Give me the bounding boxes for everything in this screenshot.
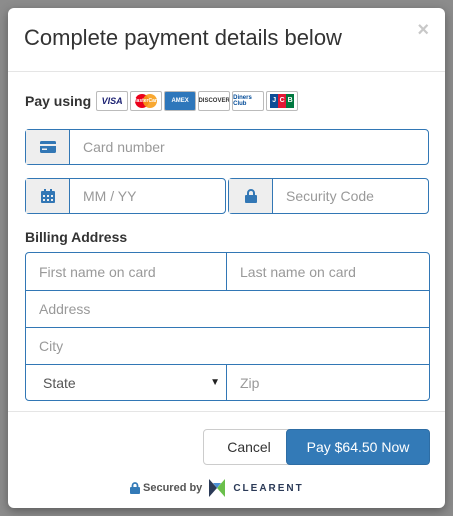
- billing-address-box: First name on card Last name on card Add…: [25, 252, 430, 401]
- billing-row-city: City: [26, 327, 429, 365]
- clearent-brand-text: CLEARENT: [233, 482, 304, 494]
- billing-address-label: Billing Address: [25, 229, 128, 245]
- calendar-icon: [26, 179, 70, 213]
- modal-body: Pay using VISA MasterCard AMEX DISCOVER …: [25, 90, 430, 401]
- lock-icon: [130, 482, 140, 494]
- mastercard-logo: MasterCard: [130, 91, 163, 111]
- pay-using-label: Pay using: [25, 93, 92, 109]
- billing-row-name: First name on card Last name on card: [26, 253, 429, 291]
- lock-icon: [229, 179, 273, 213]
- zip-input[interactable]: Zip: [227, 364, 429, 401]
- security-code-group: Security Code: [228, 178, 429, 214]
- card-logos: VISA MasterCard AMEX DISCOVER Diners Clu…: [96, 91, 299, 111]
- state-select-value: State: [43, 374, 76, 391]
- billing-row-address: Address: [26, 290, 429, 328]
- jcb-logo: JCB: [266, 91, 299, 111]
- pay-using-row: Pay using VISA MasterCard AMEX DISCOVER …: [25, 90, 429, 112]
- modal-header: Complete payment details below ×: [8, 8, 445, 72]
- address-input[interactable]: Address: [26, 290, 429, 327]
- cancel-button[interactable]: Cancel: [203, 429, 295, 465]
- security-code-input[interactable]: Security Code: [273, 179, 374, 213]
- secured-by: Secured by CLEARENT: [130, 479, 304, 497]
- discover-logo: DISCOVER: [198, 91, 231, 111]
- payment-modal: Complete payment details below × Pay usi…: [8, 8, 445, 508]
- billing-row-state-zip: State ▼ Zip: [26, 364, 429, 401]
- diners-logo: Diners Club: [232, 91, 265, 111]
- amex-logo: AMEX: [164, 91, 197, 111]
- clearent-logo-icon: [209, 479, 226, 497]
- credit-card-icon: [26, 130, 70, 164]
- visa-logo: VISA: [96, 91, 129, 111]
- modal-footer: Cancel Pay $64.50 Now Secured by CLEAREN…: [8, 411, 445, 508]
- secured-by-label: Secured by: [143, 482, 203, 494]
- last-name-input[interactable]: Last name on card: [227, 253, 429, 290]
- caret-down-icon: ▼: [210, 377, 220, 388]
- modal-title: Complete payment details below: [24, 25, 342, 50]
- close-button[interactable]: ×: [417, 20, 429, 40]
- card-number-input[interactable]: Card number: [70, 130, 165, 164]
- first-name-input[interactable]: First name on card: [26, 253, 227, 290]
- expiry-input[interactable]: MM / YY: [70, 179, 136, 213]
- card-number-group: Card number: [25, 129, 429, 165]
- city-input[interactable]: City: [26, 327, 429, 364]
- expiry-group: MM / YY: [25, 178, 226, 214]
- pay-now-button[interactable]: Pay $64.50 Now: [286, 429, 430, 465]
- state-select[interactable]: State ▼: [26, 364, 227, 401]
